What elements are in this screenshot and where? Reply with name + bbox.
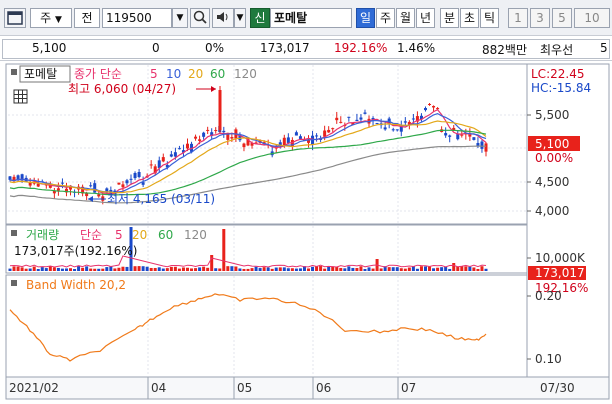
vol-ma-60-label: 60: [158, 228, 173, 242]
volume-ma-label: 단순: [80, 228, 102, 242]
price-change: 0: [152, 41, 160, 55]
stock-name-field[interactable]: 포메탈: [270, 8, 352, 28]
window-icon[interactable]: [4, 8, 26, 28]
quote-bar: 5,100 0 0% 173,017 192.16% 1.46% 882백만 최…: [0, 37, 612, 61]
period-button-년[interactable]: 년: [416, 8, 435, 28]
panel-marker-icon: [11, 69, 17, 75]
grid-toggle-icon[interactable]: [13, 89, 28, 104]
ma-60-label: 60: [210, 67, 225, 81]
y-tick-4000: 4,000: [535, 204, 569, 218]
period-button-주[interactable]: 주: [376, 8, 395, 28]
speaker-dropdown-button[interactable]: ▼: [234, 8, 246, 28]
x-label-06: 06: [316, 381, 331, 395]
current-price-marker-text: 5,100: [535, 137, 569, 151]
y-tick-4500: 4,500: [535, 175, 569, 189]
x-label-07: 07: [401, 381, 416, 395]
stock-name: 포메탈: [274, 11, 308, 25]
chevron-down-icon: ▼: [54, 15, 62, 25]
interval-button-10[interactable]: 10: [574, 8, 610, 28]
search-icon[interactable]: [190, 8, 210, 28]
interval-button-3[interactable]: 3: [530, 8, 550, 28]
code-dropdown-button[interactable]: ▼: [172, 8, 188, 28]
volume-y-tick: 10,000K: [535, 251, 586, 265]
turnover-rate: 1.46%: [397, 41, 436, 55]
stock-code-value: 119500: [106, 11, 152, 25]
interval-button-5[interactable]: 5: [552, 8, 572, 28]
period-button-초[interactable]: 초: [460, 8, 479, 28]
band-legend-label: Band Width 20,2: [26, 278, 126, 292]
current-volume-text: 173,017: [535, 266, 585, 280]
period-button-틱[interactable]: 틱: [480, 8, 499, 28]
current-change-text: 0.00%: [535, 151, 573, 165]
ma-120-label: 120: [234, 67, 257, 81]
chart-area[interactable]: 포메탈 종가 단순 5 10 20 60 120 최고 6,060 (04/27…: [0, 62, 612, 404]
investor-value: 5: [600, 41, 608, 55]
ma-10-label: 10: [166, 67, 181, 81]
volume: 173,017: [260, 41, 310, 55]
ma-5-label: 5: [150, 67, 158, 81]
chart-svg[interactable]: 포메탈 종가 단순 5 10 20 60 120 최고 6,060 (04/27…: [0, 62, 612, 404]
stock-code-input[interactable]: 119500: [102, 8, 172, 28]
new-listing-badge: 신: [250, 8, 270, 28]
investor-label: 최우선: [540, 43, 574, 57]
period-label: 전: [81, 11, 93, 25]
period-button-일[interactable]: 일: [356, 8, 375, 28]
low-annotation: 최저 4,165 (03/11): [107, 192, 215, 206]
x-label-2021-02: 2021/02: [9, 381, 59, 395]
period-button-월[interactable]: 월: [396, 8, 415, 28]
volume-panel-marker-icon: [11, 230, 17, 236]
toolbar: 주 ▼ 전 119500 ▼ ▼ 신 포메탈 일 주 월 년 분 초 틱 1 3…: [0, 0, 612, 36]
x-axis-strip: [5, 376, 610, 400]
lc-label: LC:22.45: [531, 67, 584, 81]
volume-info: 173,017주(192.16%): [14, 244, 137, 258]
market-select[interactable]: 주 ▼: [30, 8, 72, 28]
current-date: 07/30: [540, 381, 575, 395]
band-panel-marker-icon: [11, 280, 17, 286]
trade-amount: 882백만: [482, 43, 527, 57]
period-select[interactable]: 전: [74, 8, 100, 28]
x-label-04: 04: [151, 381, 166, 395]
current-price: 5,100: [32, 41, 67, 55]
period-button-분[interactable]: 분: [440, 8, 459, 28]
band-y-tick-020: 0.20: [535, 289, 562, 303]
interval-button-1[interactable]: 1: [508, 8, 528, 28]
volume-ratio: 192.16%: [334, 41, 388, 55]
band-y-tick-010: 0.10: [535, 352, 562, 366]
x-label-05: 05: [237, 381, 252, 395]
speaker-icon[interactable]: [212, 8, 234, 28]
change-rate: 0%: [205, 41, 225, 55]
vol-ma-20-label: 20: [132, 228, 147, 242]
hc-label: HC:-15.84: [531, 81, 591, 95]
price-legend-label: 종가 단순: [74, 67, 122, 81]
price-panel-stock-name: 포메탈: [24, 67, 57, 81]
vol-ma-120-label: 120: [184, 228, 207, 242]
y-tick-5500: 5,500: [535, 108, 569, 122]
volume-legend-label: 거래량: [26, 228, 59, 242]
ma-20-label: 20: [188, 67, 203, 81]
high-annotation: 최고 6,060 (04/27): [68, 82, 176, 96]
vol-ma-5-label: 5: [115, 228, 123, 242]
market-label: 주: [40, 11, 52, 25]
